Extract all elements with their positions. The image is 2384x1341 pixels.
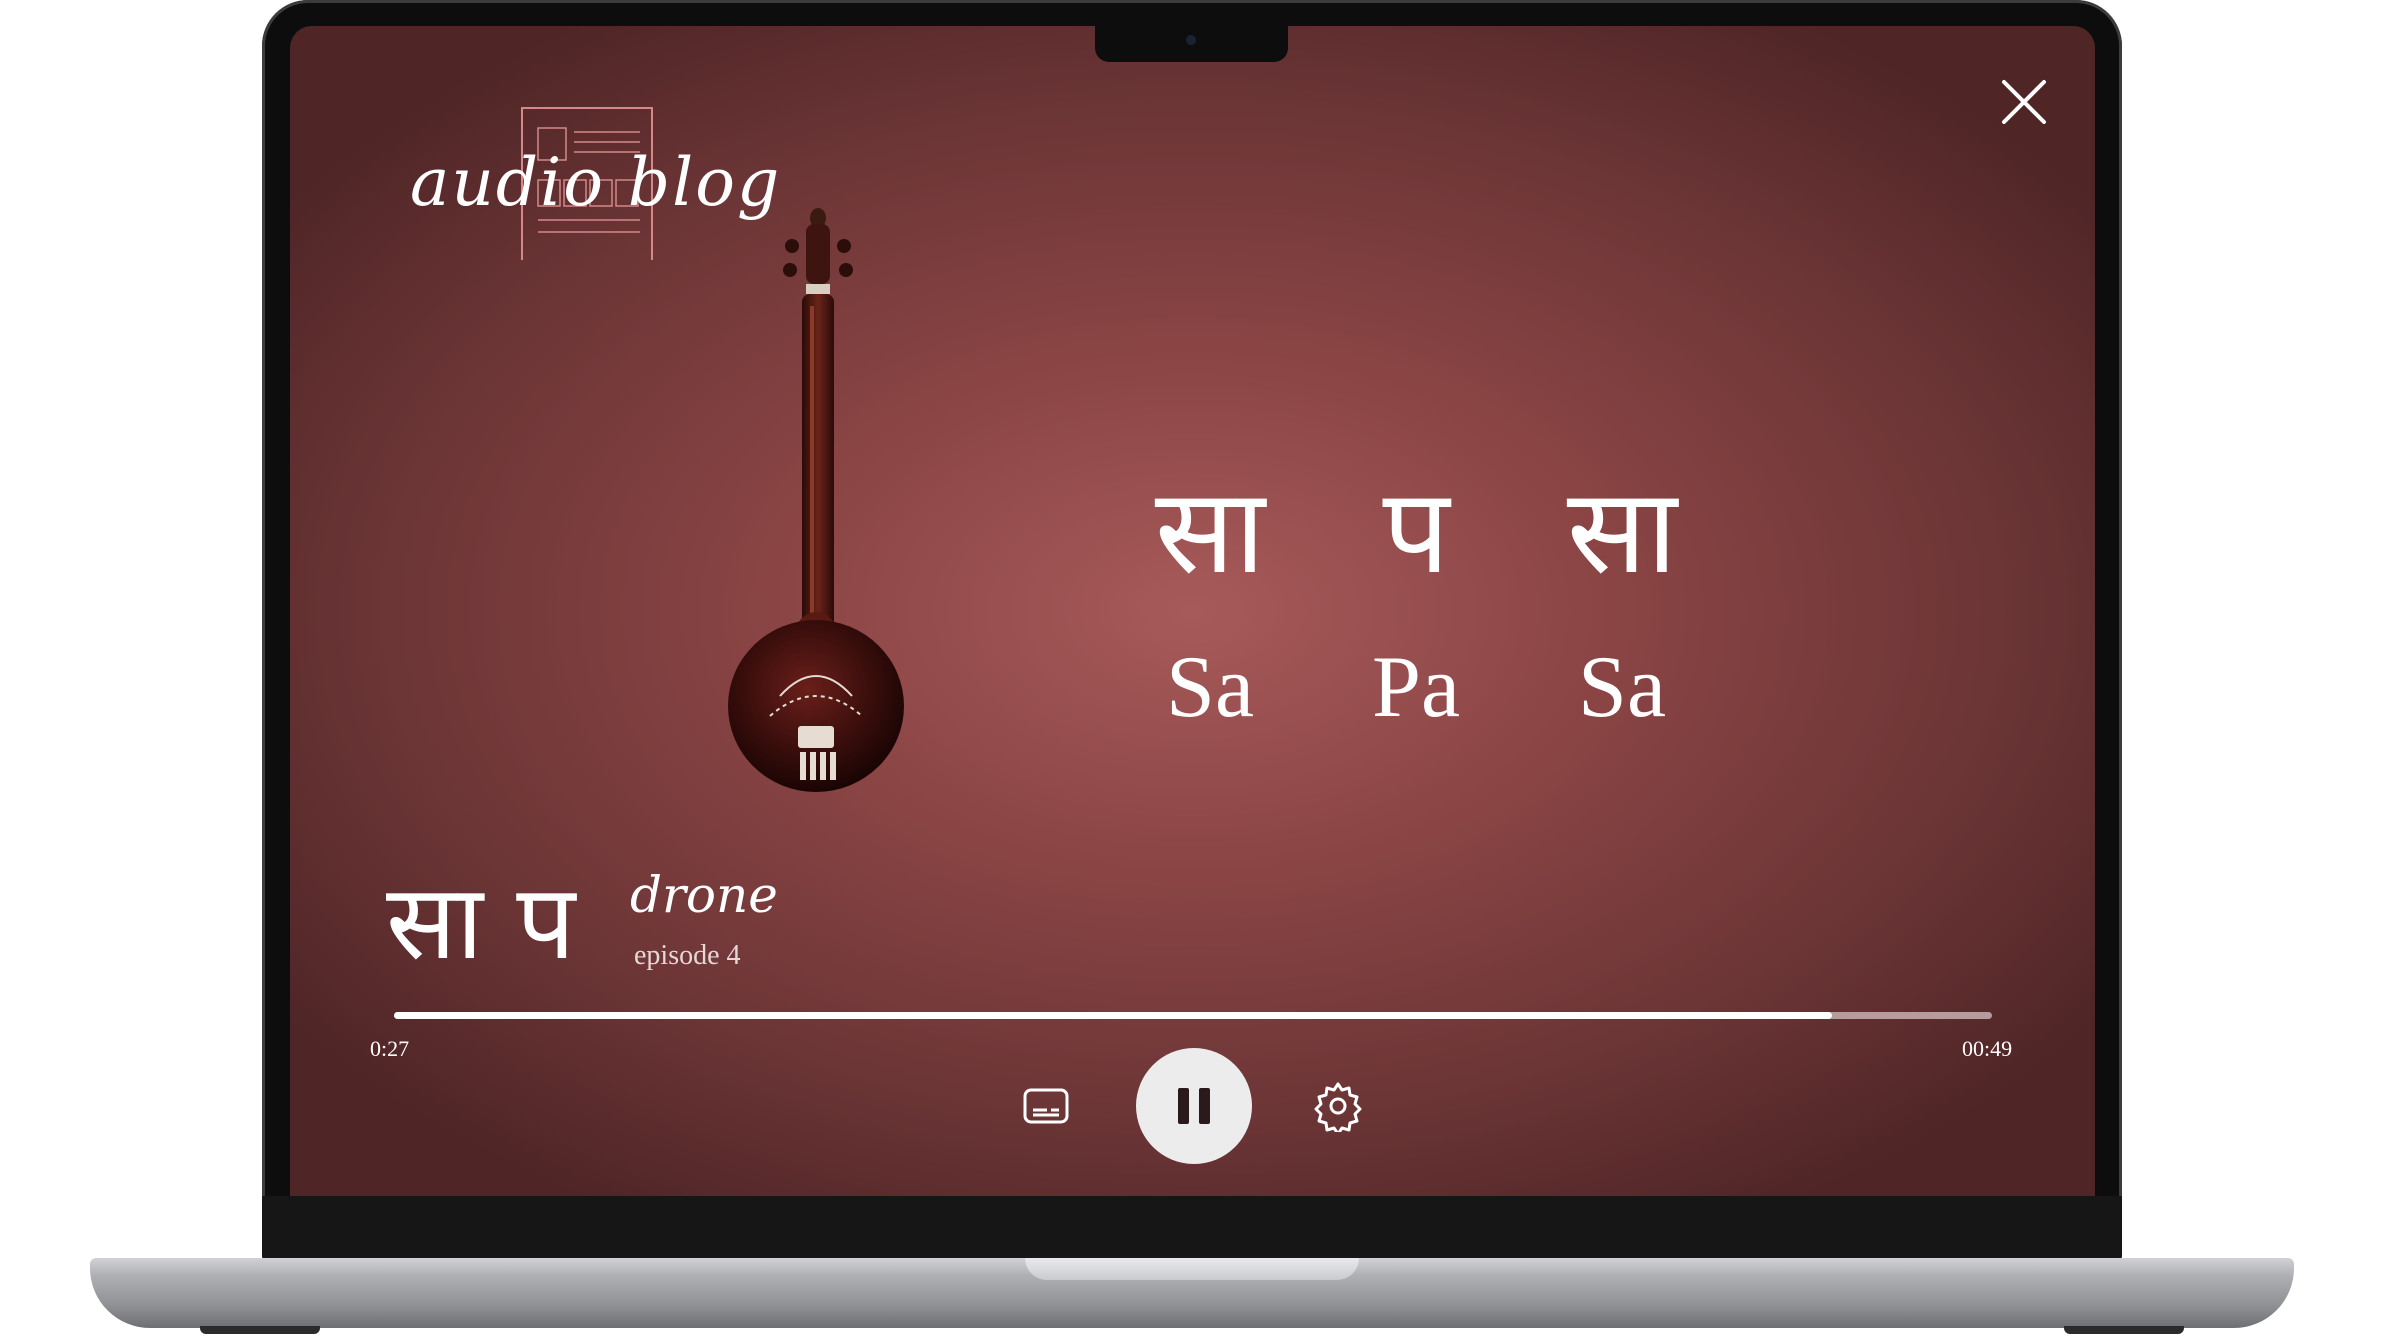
tanpura-image	[728, 208, 904, 792]
pause-button[interactable]	[1136, 1048, 1252, 1164]
captions-icon[interactable]	[1023, 1088, 1069, 1124]
laptop-foot	[2064, 1326, 2184, 1334]
track-title: drone	[630, 866, 778, 924]
episode-label: episode 4	[634, 940, 741, 971]
close-icon[interactable]	[1994, 72, 2054, 132]
note-roman: Sa	[1578, 639, 1666, 736]
pause-icon	[1178, 1088, 1189, 1124]
progress-fill	[394, 1012, 1833, 1019]
note-sa-2: सा Sa	[1522, 472, 1722, 732]
note-pa: प Pa	[1316, 472, 1516, 732]
player-screen: audio blog सा Sa प Pa सा Sa सा प drone e…	[290, 26, 2095, 1196]
note-sa-1: सा Sa	[1110, 472, 1310, 732]
note-devanagari: सा	[1154, 462, 1266, 600]
laptop-foot	[200, 1326, 320, 1334]
laptop-base	[90, 1258, 2294, 1328]
track-title-devanagari: सा प	[386, 861, 576, 983]
note-roman: Sa	[1166, 639, 1254, 736]
pause-icon	[1199, 1088, 1210, 1124]
camera-notch	[1095, 26, 1288, 62]
laptop-bezel	[262, 1196, 2122, 1262]
lid-groove	[1025, 1258, 1359, 1280]
note-roman: Pa	[1372, 639, 1460, 736]
current-time: 0:27	[370, 1036, 410, 1061]
progress-bar[interactable]	[394, 1012, 1992, 1019]
gear-icon[interactable]	[1312, 1080, 1364, 1132]
note-devanagari: प	[1382, 462, 1450, 600]
camera-dot	[1186, 35, 1196, 45]
total-time: 00:49	[1962, 1036, 2013, 1061]
note-devanagari: सा	[1566, 462, 1678, 600]
